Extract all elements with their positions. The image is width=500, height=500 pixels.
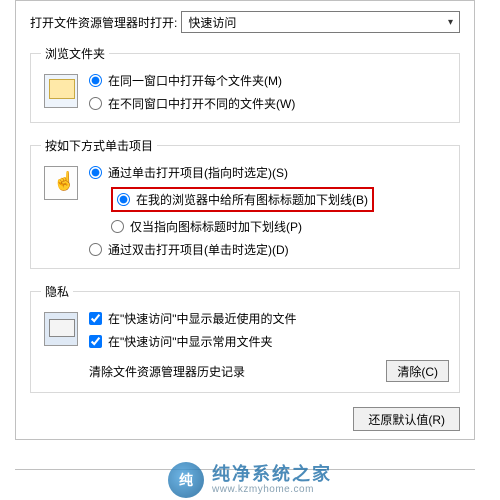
radio-double-click-label: 通过双击打开项目(单击时选定)(D) [108,241,289,258]
radio-same-window-input[interactable] [89,74,102,87]
radio-double-click[interactable]: 通过双击打开项目(单击时选定)(D) [89,241,449,258]
restore-defaults-button[interactable]: 还原默认值(R) [353,407,460,431]
radio-same-window[interactable]: 在同一窗口中打开每个文件夹(M) [89,72,449,89]
radio-underline-all-input[interactable] [117,193,130,206]
radio-single-click[interactable]: 通过单击打开项目(指向时选定)(S) [89,164,449,181]
radio-underline-hover-input[interactable] [111,220,124,233]
privacy-icon [44,312,78,346]
radio-underline-all-label: 在我的浏览器中给所有图标标题加下划线(B) [136,191,368,208]
check-frequent-folders[interactable]: 在"快速访问"中显示常用文件夹 [89,333,449,350]
dialog-button-strip [15,469,475,500]
browse-folders-group: 浏览文件夹 在同一窗口中打开每个文件夹(M) 在不同窗口中打开不同的文件夹(W) [30,45,460,123]
check-frequent-folders-input[interactable] [89,335,102,348]
clear-history-label: 清除文件资源管理器历史记录 [89,363,378,380]
radio-diff-window-label: 在不同窗口中打开不同的文件夹(W) [108,95,295,112]
radio-same-window-label: 在同一窗口中打开每个文件夹(M) [108,72,282,89]
click-items-group: 按如下方式单击项目 通过单击打开项目(指向时选定)(S) 在我的浏览器中给所有图… [30,137,460,269]
clear-button[interactable]: 清除(C) [386,360,449,382]
check-recent-files-input[interactable] [89,312,102,325]
radio-single-click-input[interactable] [89,166,102,179]
check-recent-files[interactable]: 在"快速访问"中显示最近使用的文件 [89,310,449,327]
browse-folders-legend: 浏览文件夹 [41,45,109,62]
privacy-legend: 隐私 [41,283,73,300]
single-click-icon [44,166,78,200]
radio-underline-hover[interactable]: 仅当指向图标标题时加下划线(P) [89,218,449,235]
open-explorer-label: 打开文件资源管理器时打开: [30,14,177,31]
highlight-border: 在我的浏览器中给所有图标标题加下划线(B) [111,187,374,212]
radio-diff-window[interactable]: 在不同窗口中打开不同的文件夹(W) [89,95,449,112]
chevron-down-icon: ▾ [448,17,453,28]
radio-underline-hover-label: 仅当指向图标标题时加下划线(P) [130,218,302,235]
click-items-legend: 按如下方式单击项目 [41,137,157,154]
radio-double-click-input[interactable] [89,243,102,256]
privacy-group: 隐私 在"快速访问"中显示最近使用的文件 在"快速访问"中显示常用文件夹 清除文… [30,283,460,393]
check-recent-files-label: 在"快速访问"中显示最近使用的文件 [108,310,297,327]
check-frequent-folders-label: 在"快速访问"中显示常用文件夹 [108,333,273,350]
radio-single-click-label: 通过单击打开项目(指向时选定)(S) [108,164,288,181]
open-explorer-combo-value: 快速访问 [188,14,236,31]
open-explorer-combo[interactable]: 快速访问 ▾ [181,11,460,33]
radio-diff-window-input[interactable] [89,97,102,110]
folder-icon [44,74,78,108]
